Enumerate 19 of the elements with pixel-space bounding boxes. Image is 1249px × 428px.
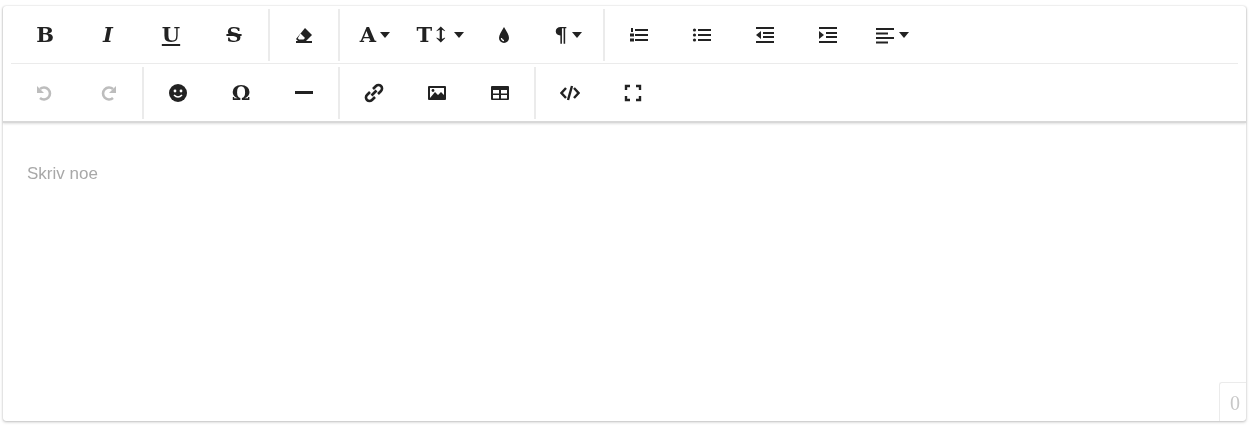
caret-icon	[380, 31, 391, 38]
caret-icon	[453, 31, 464, 38]
dropdown-button[interactable]: T↕	[416, 14, 464, 55]
format-button[interactable]: B	[22, 14, 68, 55]
format-button[interactable]: S	[211, 14, 257, 55]
indent-icon	[818, 24, 838, 45]
link-icon	[364, 82, 384, 103]
dropdown-button[interactable]: ¶	[544, 14, 592, 55]
dropdown-button[interactable]: A	[351, 14, 399, 55]
caret-icon	[899, 31, 909, 38]
placeholder-text: Skriv noe	[27, 164, 98, 183]
caret-icon	[571, 31, 582, 38]
format-button[interactable]: Ω	[218, 72, 264, 113]
outdent-icon	[755, 24, 775, 45]
fullscreen-icon	[623, 82, 643, 103]
format-button[interactable]: U	[148, 14, 194, 55]
smiley-icon	[168, 82, 188, 103]
format-button[interactable]: I	[85, 14, 131, 55]
horizontal-line-icon	[294, 91, 314, 94]
